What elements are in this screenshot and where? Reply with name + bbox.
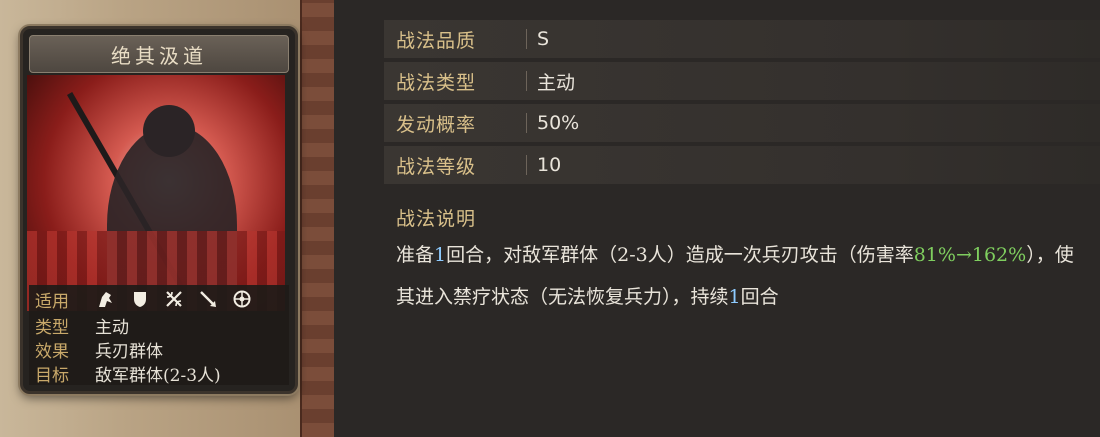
quality-value: S (537, 28, 550, 50)
desc-turns-2: 1 (728, 286, 741, 308)
separator (526, 29, 527, 49)
effect-row: 效果 兵刃群体 (35, 337, 163, 362)
cavalry-icon (95, 288, 117, 310)
trigger-rate-value: 50% (537, 112, 580, 134)
applicable-row: 适用 (35, 287, 253, 312)
trigger-rate-row: 发动概率 50% (384, 104, 1100, 142)
tactic-detail-panel: 战法品质 S 战法类型 主动 发动概率 50% 战法等级 10 战法说明 准备1… (334, 0, 1100, 437)
card-info-panel: 适用 类型 主动 效果 兵刃群体 目标 敌军群体(2-3人) (29, 285, 289, 386)
spear-icon (197, 288, 219, 310)
quality-label: 战法品质 (396, 29, 477, 52)
desc-turns-1: 1 (434, 244, 447, 266)
card-artwork (27, 75, 285, 311)
desc-part-1: 准备 (396, 244, 435, 266)
unit-icons (95, 288, 253, 310)
effect-value: 兵刃群体 (95, 341, 163, 362)
tactic-type-value: 主动 (537, 71, 576, 94)
type-label: 类型 (35, 317, 69, 338)
effect-label: 效果 (35, 341, 69, 362)
level-value: 10 (537, 154, 562, 176)
desc-part-4: 回合 (740, 286, 779, 308)
trigger-rate-label: 发动概率 (396, 113, 477, 136)
type-attr-row: 战法类型 主动 (384, 62, 1100, 100)
shield-icon (129, 288, 151, 310)
separator (526, 155, 527, 175)
type-value: 主动 (95, 317, 129, 338)
separator (526, 71, 527, 91)
description-title: 战法说明 (396, 208, 477, 230)
crossed-bows-icon (163, 288, 185, 310)
card-title-bar: 绝其汲道 (29, 35, 289, 73)
level-row: 战法等级 10 (384, 146, 1100, 184)
level-label: 战法等级 (396, 155, 477, 178)
quality-row: 战法品质 S (384, 20, 1100, 58)
tactic-type-label: 战法类型 (396, 71, 477, 94)
applicable-label: 适用 (35, 291, 69, 312)
art-general-head (143, 105, 195, 157)
desc-damage-rate: 81%→162% (913, 244, 1027, 266)
desc-part-2: 回合，对敌军群体（2-3人）造成一次兵刃攻击（伤害率 (446, 244, 914, 266)
description-text: 准备1回合，对敌军群体（2-3人）造成一次兵刃攻击（伤害率81%→162%），使… (396, 234, 1086, 318)
target-row: 目标 敌军群体(2-3人) (35, 361, 221, 386)
separator (526, 113, 527, 133)
tactic-card[interactable]: 绝其汲道 适用 类型 主动 效果 兵刃群体 目标 敌军群体(2-3人) (20, 26, 298, 394)
card-title: 绝其汲道 (111, 43, 207, 68)
target-value: 敌军群体(2-3人) (95, 365, 221, 386)
target-label: 目标 (35, 365, 69, 386)
type-row: 类型 主动 (35, 313, 129, 338)
siege-icon (231, 288, 253, 310)
wood-border (300, 0, 336, 437)
